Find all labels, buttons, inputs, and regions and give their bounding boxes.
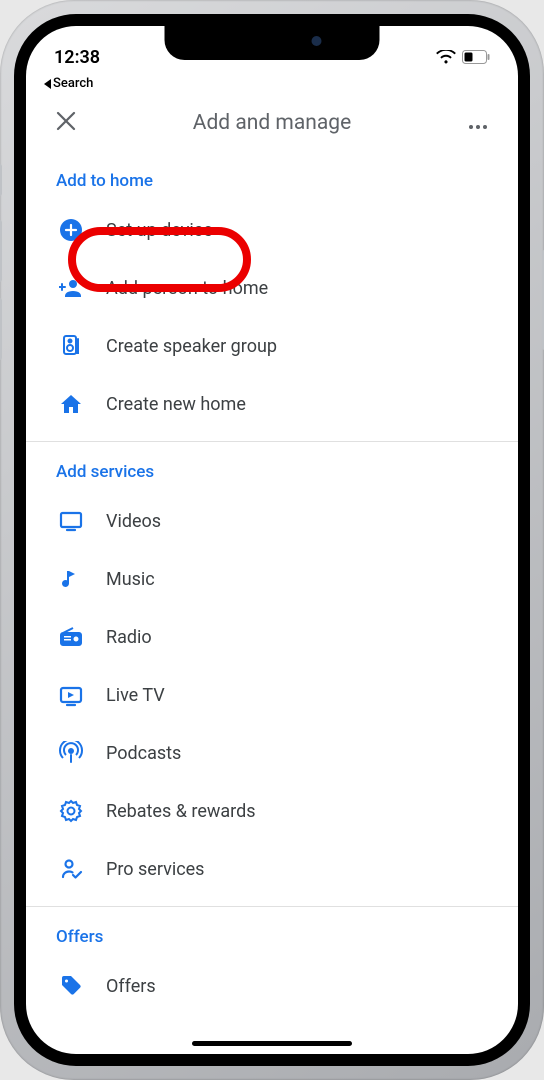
tag-icon	[58, 973, 84, 999]
item-label: Rebates & rewards	[106, 801, 256, 822]
back-label: Search	[53, 76, 93, 91]
section-offers: Offers	[56, 911, 488, 957]
item-rebates[interactable]: Rebates & rewards	[56, 782, 488, 840]
item-create-home[interactable]: Create new home	[56, 375, 488, 433]
silence-switch	[0, 164, 2, 196]
back-triangle-icon	[44, 79, 51, 89]
notch	[165, 26, 380, 60]
home-indicator[interactable]	[192, 1041, 352, 1046]
item-label: Offers	[106, 976, 156, 997]
divider	[26, 441, 518, 442]
speaker-group-icon	[58, 333, 84, 359]
radio-icon	[58, 624, 84, 650]
close-icon[interactable]	[56, 109, 76, 137]
phone-frame: 12:38 Search Add an	[0, 0, 544, 1080]
item-label: Create new home	[106, 394, 246, 415]
item-label: Radio	[106, 627, 152, 648]
rebates-icon	[58, 798, 84, 824]
divider	[26, 906, 518, 907]
person-plus-icon	[58, 275, 84, 301]
item-set-up-device[interactable]: Set up device	[56, 201, 488, 259]
item-pro-services[interactable]: Pro services	[56, 840, 488, 898]
item-label: Live TV	[106, 685, 165, 706]
back-to-search[interactable]: Search	[26, 74, 518, 97]
item-radio[interactable]: Radio	[56, 608, 488, 666]
item-label: Podcasts	[106, 743, 181, 764]
item-label: Videos	[106, 511, 161, 532]
podcast-icon	[58, 740, 84, 766]
item-offers[interactable]: Offers	[56, 957, 488, 1029]
page-title: Add and manage	[193, 111, 351, 135]
more-icon[interactable]	[468, 111, 488, 135]
volume-up	[0, 220, 2, 282]
status-time: 12:38	[54, 47, 100, 68]
item-label: Create speaker group	[106, 336, 277, 357]
pro-services-icon	[58, 856, 84, 882]
item-label: Set up device	[106, 220, 213, 241]
item-videos[interactable]: Videos	[56, 492, 488, 550]
content-scroll[interactable]: Add to home Set up device Add person to …	[26, 155, 518, 1054]
tv-icon	[58, 508, 84, 534]
item-label: Pro services	[106, 859, 204, 880]
battery-icon	[462, 50, 490, 64]
wifi-icon	[436, 50, 456, 65]
section-add-to-home: Add to home	[56, 155, 488, 201]
live-tv-icon	[58, 682, 84, 708]
section-add-services: Add services	[56, 446, 488, 492]
item-live-tv[interactable]: Live TV	[56, 666, 488, 724]
home-icon	[58, 391, 84, 417]
item-podcasts[interactable]: Podcasts	[56, 724, 488, 782]
item-speaker-group[interactable]: Create speaker group	[56, 317, 488, 375]
music-note-icon	[58, 566, 84, 592]
volume-down	[0, 298, 2, 360]
item-music[interactable]: Music	[56, 550, 488, 608]
header-bar: Add and manage	[26, 97, 518, 155]
item-label: Music	[106, 569, 155, 590]
plus-circle-icon	[58, 217, 84, 243]
item-label: Add person to home	[106, 278, 268, 299]
item-add-person[interactable]: Add person to home	[56, 259, 488, 317]
